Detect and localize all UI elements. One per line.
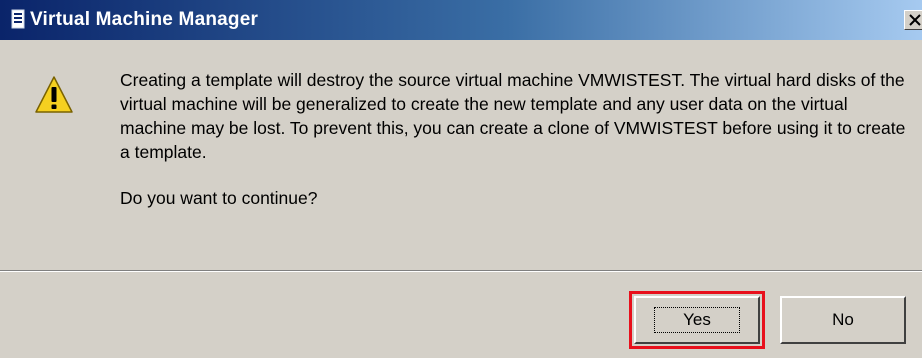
close-icon — [909, 14, 921, 26]
no-button-label: No — [832, 310, 854, 329]
app-icon — [11, 9, 25, 29]
yes-button[interactable]: Yes — [629, 291, 765, 349]
dialog-question: Do you want to continue? — [120, 188, 318, 208]
title-bar[interactable]: Virtual Machine Manager — [0, 0, 922, 40]
yes-button-label: Yes — [654, 307, 740, 333]
button-separator — [0, 270, 922, 272]
close-button[interactable] — [904, 10, 922, 30]
no-button[interactable]: No — [780, 296, 906, 344]
warning-icon — [35, 76, 73, 113]
window-title: Virtual Machine Manager — [30, 9, 259, 30]
dialog-message: Creating a template will destroy the sou… — [120, 70, 906, 162]
